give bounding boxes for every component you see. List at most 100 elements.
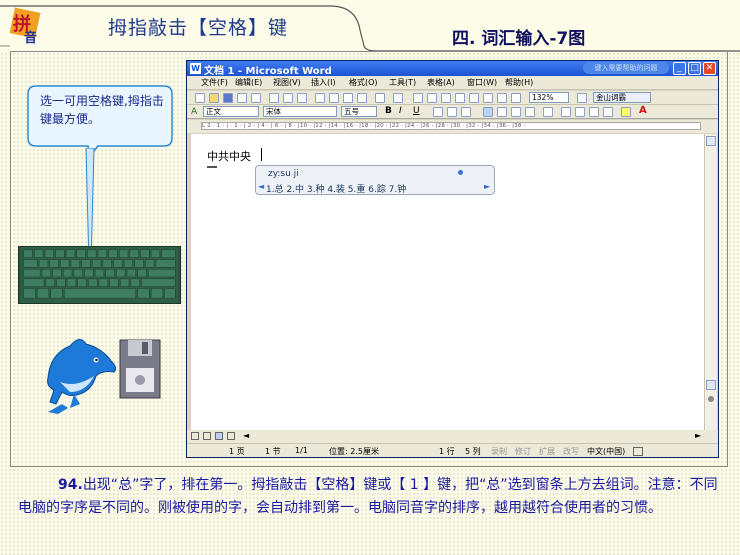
decrease-indent-icon[interactable]	[589, 107, 599, 117]
font-select[interactable]: 宋体	[263, 106, 337, 117]
format-painter-icon[interactable]	[357, 93, 367, 103]
scroll-left-arrow-icon[interactable]: ◄	[243, 431, 249, 440]
spell-status-icon[interactable]	[633, 447, 643, 456]
line-spacing-icon[interactable]	[543, 107, 553, 117]
copy-icon[interactable]	[329, 93, 339, 103]
align-center-icon[interactable]	[497, 107, 507, 117]
print-preview-icon[interactable]	[283, 93, 293, 103]
status-track[interactable]: 修订	[515, 446, 531, 457]
caption: 94.出现“总”字了，排在第一。拇指敲击【空格】键或【 1 】键，把“总”选到窗…	[18, 474, 726, 520]
text-caret	[261, 148, 262, 161]
menu-tools[interactable]: 工具(T)	[389, 77, 416, 88]
menu-table[interactable]: 表格(A)	[427, 77, 455, 88]
char-scale-icon[interactable]	[461, 107, 471, 117]
callout-text: 选一可用空格键,拇指击键最方便。	[40, 94, 164, 126]
help-icon[interactable]	[577, 93, 587, 103]
font-size-select[interactable]: 五号	[341, 106, 377, 117]
tables-borders-icon[interactable]	[427, 93, 437, 103]
ruler-scale: L 2 · 1 · | · 1 · | 2 · | 4 · | 6 · | 8 …	[201, 122, 701, 130]
italic-icon[interactable]: I	[399, 106, 402, 116]
ime-candidates[interactable]: 1.总 2.中 3.种 4.装 5.重 6.踪 7.钟	[266, 182, 406, 195]
numbering-icon[interactable]	[561, 107, 571, 117]
ime-underline	[207, 166, 217, 168]
permission-icon[interactable]	[237, 93, 247, 103]
status-language: 中文(中国)	[587, 447, 626, 456]
maximize-button[interactable]: □	[688, 62, 701, 75]
font-color-icon[interactable]: A	[639, 105, 647, 116]
save-icon[interactable]	[223, 93, 233, 103]
redo-icon[interactable]	[393, 93, 403, 103]
print-view-icon[interactable]	[215, 432, 223, 440]
horizontal-scrollbar[interactable]: ◄ ►	[187, 430, 718, 443]
scroll-right-arrow-icon[interactable]: ►	[695, 431, 701, 440]
scroll-down-arrow-icon[interactable]	[706, 380, 716, 390]
hyperlink-icon[interactable]	[413, 93, 423, 103]
status-line: 1 行	[439, 447, 455, 456]
vertical-scrollbar[interactable]	[704, 134, 717, 430]
cut-icon[interactable]	[315, 93, 325, 103]
open-icon[interactable]	[209, 93, 219, 103]
web-view-icon[interactable]	[203, 432, 211, 440]
outline-view-icon[interactable]	[227, 432, 235, 440]
bullets-icon[interactable]	[575, 107, 585, 117]
new-doc-icon[interactable]	[195, 93, 205, 103]
word-window: W 文档 1 - Microsoft Word 键入需要帮助的问题 _ □ ✕ …	[186, 60, 719, 458]
minimize-button[interactable]: _	[673, 62, 686, 75]
dolphin-mascot-icon	[47, 339, 117, 414]
menu-edit[interactable]: 编辑(E)	[235, 77, 262, 88]
help-question-box[interactable]: 键入需要帮助的问题	[583, 62, 669, 74]
show-hide-icon[interactable]	[511, 93, 521, 103]
char-shading-icon[interactable]	[447, 107, 457, 117]
paste-icon[interactable]	[343, 93, 353, 103]
bold-icon[interactable]: B	[385, 106, 392, 116]
kingsoft-dict-button[interactable]: 金山词霸	[593, 92, 651, 103]
normal-view-icon[interactable]	[191, 432, 199, 440]
ime-prev-page-icon[interactable]: ◄	[258, 182, 264, 191]
menu-format[interactable]: 格式(O)	[349, 77, 378, 88]
increase-indent-icon[interactable]	[603, 107, 613, 117]
align-left-icon[interactable]	[483, 107, 493, 117]
word-titlebar: W 文档 1 - Microsoft Word 键入需要帮助的问题 _ □ ✕	[187, 61, 718, 77]
columns-icon[interactable]	[469, 93, 479, 103]
format-toolbar: A 正文 宋体 五号 B I U A	[187, 105, 718, 119]
highlight-icon[interactable]	[621, 107, 631, 117]
caption-number: 94.	[58, 477, 83, 493]
menu-view[interactable]: 视图(V)	[273, 77, 301, 88]
standard-toolbar: 132% 金山词霸	[187, 91, 718, 105]
ime-status-icon	[458, 170, 463, 175]
svg-text:音: 音	[24, 30, 37, 46]
underline-icon[interactable]: U	[413, 106, 420, 116]
insert-excel-icon[interactable]	[455, 93, 465, 103]
status-pages: 1/1	[295, 446, 308, 455]
ime-next-page-icon[interactable]: ►	[484, 182, 490, 191]
window-title: 文档 1 - Microsoft Word	[204, 66, 332, 77]
spelling-icon[interactable]	[297, 93, 307, 103]
justify-icon[interactable]	[525, 107, 535, 117]
menu-window[interactable]: 窗口(W)	[467, 77, 497, 88]
styles-pane-icon[interactable]: A	[191, 107, 197, 117]
status-bar: 1 页 1 节 1/1 位置: 2.5厘米 1 行 5 列 录制 修订 扩展 改…	[187, 443, 718, 457]
status-column: 5 列	[465, 447, 481, 456]
status-extend[interactable]: 扩展	[539, 446, 555, 457]
insert-table-icon[interactable]	[441, 93, 451, 103]
menu-insert[interactable]: 插入(I)	[311, 77, 336, 88]
zoom-select[interactable]: 132%	[529, 92, 569, 103]
menu-file[interactable]: 文件(F)	[201, 77, 228, 88]
align-right-icon[interactable]	[511, 107, 521, 117]
style-select[interactable]: 正文	[203, 106, 259, 117]
scroll-up-arrow-icon[interactable]	[706, 136, 716, 146]
browse-object-icon[interactable]	[708, 396, 714, 402]
drawing-icon[interactable]	[483, 93, 493, 103]
status-position: 位置: 2.5厘米	[329, 447, 379, 456]
status-overtype[interactable]: 改写	[563, 446, 579, 457]
email-icon[interactable]	[251, 93, 261, 103]
caption-text: 出现“总”字了，排在第一。拇指敲击【空格】键或【 1 】键，把“总”选到窗条上方…	[18, 477, 718, 516]
status-record[interactable]: 录制	[491, 446, 507, 457]
print-icon[interactable]	[269, 93, 279, 103]
document-map-icon[interactable]	[497, 93, 507, 103]
char-border-icon[interactable]	[433, 107, 443, 117]
menu-help[interactable]: 帮助(H)	[505, 77, 533, 88]
close-button[interactable]: ✕	[703, 62, 716, 75]
undo-icon[interactable]	[375, 93, 385, 103]
section-tab-label: 四. 词汇输入-7图	[452, 29, 586, 49]
